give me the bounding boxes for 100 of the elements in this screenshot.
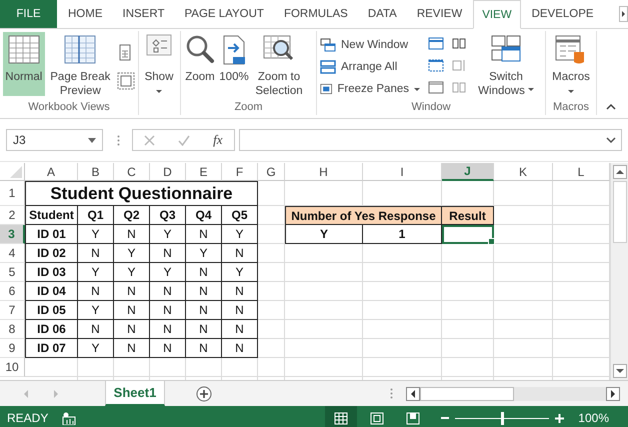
record-macro-icon[interactable] — [62, 412, 76, 424]
column-header[interactable]: A — [25, 163, 78, 181]
ribbon-tab[interactable]: INSERT — [114, 0, 174, 28]
sheet-tab[interactable]: Sheet1 — [105, 381, 165, 406]
ribbon-tab[interactable]: VIEW — [473, 0, 521, 29]
column-heading: Q4 — [186, 206, 222, 225]
arrange-all-icon — [320, 60, 336, 74]
page-break-icon — [406, 412, 420, 424]
window-command[interactable]: Arrange All — [320, 58, 420, 76]
column-heading: Q2 — [114, 206, 150, 225]
add-sheet-icon[interactable] — [196, 386, 212, 402]
unhide-icon[interactable] — [428, 81, 444, 94]
collapse-ribbon-icon[interactable] — [606, 103, 616, 110]
active-cell[interactable] — [442, 225, 494, 244]
scroll-right-icon[interactable] — [619, 6, 628, 22]
table-cell: Y — [285, 225, 363, 244]
macros-button[interactable]: Macros — [549, 32, 593, 95]
column-header[interactable]: F — [222, 163, 258, 181]
zoom-button[interactable]: Zoom — [184, 32, 216, 86]
row-header[interactable]: 8 — [0, 320, 25, 339]
ribbon-tab[interactable]: FORMULAS — [274, 0, 357, 28]
switch-windows-button[interactable]: Switch Windows — [472, 32, 540, 100]
grid-icon — [6, 34, 41, 66]
row-header[interactable]: 2 — [0, 206, 25, 225]
ribbon-tab[interactable]: DATA — [358, 0, 406, 28]
expand-icon[interactable] — [606, 137, 616, 143]
table-cell: N — [78, 282, 114, 301]
ribbon-tab[interactable]: REVIEW — [408, 0, 472, 28]
formula-input[interactable] — [239, 129, 622, 151]
table-cell: N — [186, 282, 222, 301]
file-tab[interactable]: FILE — [0, 0, 57, 28]
vertical-scrollbar[interactable] — [610, 163, 628, 380]
table-cell: N — [150, 282, 186, 301]
grid-icon — [334, 412, 348, 424]
window-command[interactable]: New Window — [320, 36, 420, 54]
scroll-down-icon[interactable] — [612, 364, 626, 378]
table-cell: N — [114, 301, 150, 320]
column-heading: Number of Yes Response — [285, 206, 442, 225]
zoom-slider-thumb[interactable] — [501, 412, 504, 424]
table-cell: N — [114, 339, 150, 358]
insert-function-button[interactable]: fx — [213, 132, 223, 148]
zoom-to-selection-button[interactable]: Zoom to Selection — [252, 32, 306, 100]
table-cell: N — [114, 225, 150, 244]
name-box[interactable]: J3 — [6, 129, 103, 151]
hide-icon[interactable] — [428, 59, 444, 72]
column-header[interactable]: G — [258, 163, 285, 181]
row-header[interactable]: 1 — [0, 181, 25, 206]
table-cell: N — [186, 225, 222, 244]
column-header[interactable]: L — [553, 163, 610, 181]
table-cell: Y — [78, 225, 114, 244]
row-header[interactable]: 3 — [0, 225, 25, 244]
page-icon — [370, 412, 384, 424]
grip-icon — [390, 388, 393, 399]
ribbon-tab[interactable]: PAGE LAYOUT — [175, 0, 273, 28]
side-by-side-icon[interactable] — [452, 37, 466, 50]
split-icon[interactable] — [428, 37, 444, 50]
column-header[interactable]: B — [78, 163, 114, 181]
row-header[interactable]: 6 — [0, 282, 25, 301]
show-button[interactable]: Show — [142, 32, 176, 95]
window-command[interactable]: Freeze Panes — [320, 80, 420, 98]
scroll-left-icon[interactable] — [406, 386, 420, 400]
zoom-100-button[interactable]: 100% — [218, 32, 250, 86]
check-icon[interactable] — [178, 134, 190, 146]
row-header[interactable]: 10 — [0, 358, 25, 377]
table-cell: N — [222, 339, 258, 358]
scroll-up-icon[interactable] — [612, 165, 626, 179]
column-header[interactable]: I — [363, 163, 442, 181]
custom-views-icon[interactable] — [117, 72, 135, 90]
column-header[interactable]: K — [494, 163, 553, 181]
table-cell: N — [222, 244, 258, 263]
table-cell: Y — [78, 339, 114, 358]
normal-view-button[interactable]: Normal — [3, 32, 45, 96]
ribbon-tab[interactable]: DEVELOPE — [522, 0, 603, 28]
row-header[interactable]: 5 — [0, 263, 25, 282]
table-cell: N — [114, 282, 150, 301]
column-header[interactable]: D — [150, 163, 186, 181]
zoom-level[interactable]: 100% — [578, 411, 609, 425]
column-header[interactable]: H — [285, 163, 363, 181]
zoom-in-icon[interactable] — [555, 414, 564, 422]
table-cell: Y — [186, 244, 222, 263]
page-break-preview-button[interactable]: Page Break Preview — [46, 32, 114, 100]
group-label: Window — [410, 101, 452, 115]
zoom-out-icon[interactable] — [441, 414, 450, 422]
page-layout-icon[interactable] — [117, 44, 133, 62]
column-header[interactable]: J — [442, 163, 494, 181]
column-header[interactable]: C — [114, 163, 150, 181]
row-header[interactable]: 7 — [0, 301, 25, 320]
column-header[interactable]: E — [186, 163, 222, 181]
normal-view-button[interactable] — [325, 406, 358, 427]
table-cell: 1 — [363, 225, 442, 244]
horizontal-scrollbar[interactable] — [406, 386, 620, 401]
row-header[interactable]: 4 — [0, 244, 25, 263]
scroll-thumb[interactable] — [420, 386, 514, 400]
scroll-thumb[interactable] — [612, 181, 626, 243]
ribbon-tab[interactable]: HOME — [59, 0, 112, 28]
table-cell: N — [114, 320, 150, 339]
table-cell: ID 05 — [25, 301, 78, 320]
row-header[interactable]: 9 — [0, 339, 25, 358]
scroll-right-icon[interactable] — [606, 386, 620, 400]
caret-icon — [156, 90, 162, 93]
